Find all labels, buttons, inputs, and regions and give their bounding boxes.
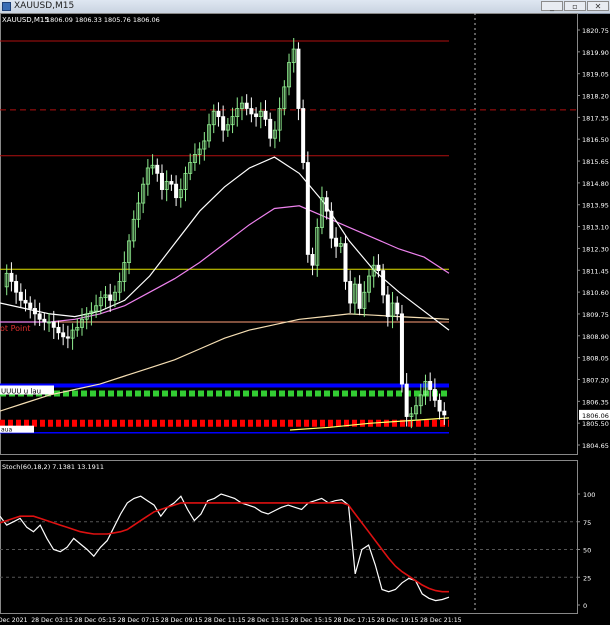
oscillator-tick-label: 0 bbox=[583, 602, 587, 610]
price-tick-label: 1806.35 bbox=[582, 398, 609, 406]
time-tick-label: 28 Dec 07:15 bbox=[118, 617, 160, 624]
candle-body bbox=[357, 283, 362, 309]
candle-body bbox=[305, 162, 310, 255]
candle-body bbox=[399, 313, 404, 385]
window-title: XAUUSD,M15 bbox=[14, 1, 75, 11]
chart-window-icon bbox=[2, 2, 11, 11]
candle-body bbox=[18, 291, 23, 301]
band-label-text-2: aua bbox=[1, 427, 12, 434]
candle-body bbox=[61, 332, 66, 338]
candle-body bbox=[442, 410, 447, 416]
candle-body bbox=[437, 399, 442, 412]
price-tick-label: 1808.90 bbox=[582, 333, 609, 341]
candle-body bbox=[329, 210, 334, 239]
oscillator-tick-label: 100 bbox=[583, 491, 595, 499]
candle-body bbox=[65, 336, 70, 339]
time-tick-label: 28 Dec 19:15 bbox=[377, 617, 419, 624]
candle-body bbox=[56, 326, 61, 334]
time-tick-label: 28 Dec 17:15 bbox=[334, 617, 376, 624]
candle-body bbox=[159, 172, 164, 190]
candle-body bbox=[432, 389, 437, 401]
candle-body bbox=[324, 197, 329, 212]
price-tick-label: 1815.65 bbox=[582, 158, 609, 166]
time-tick-label: 28 Dec 09:15 bbox=[161, 617, 203, 624]
time-tick-label: 28 Dec 15:15 bbox=[290, 617, 332, 624]
time-tick-label: 28 Dec 13:15 bbox=[247, 617, 289, 624]
candle-body bbox=[404, 383, 409, 417]
price-tick-label: 1808.05 bbox=[582, 355, 609, 363]
minimize-button[interactable]: _ bbox=[541, 1, 563, 11]
candle-body bbox=[385, 294, 390, 317]
price-tick-label: 1811.45 bbox=[582, 267, 609, 275]
candle-body bbox=[169, 181, 174, 185]
candle-body bbox=[216, 110, 221, 118]
price-tick-label: 1813.10 bbox=[582, 224, 609, 232]
candle-body bbox=[376, 264, 381, 272]
price-tick-label: 1805.50 bbox=[582, 420, 609, 428]
candle-body bbox=[263, 110, 268, 120]
candle-body bbox=[296, 48, 301, 109]
price-tick-label: 1819.90 bbox=[582, 49, 609, 57]
candle-body bbox=[9, 272, 14, 282]
stoch-main-line bbox=[0, 493, 450, 602]
oscillator-tick-label: 75 bbox=[583, 519, 591, 527]
candle-body bbox=[23, 299, 28, 304]
candles-group bbox=[4, 37, 447, 429]
time-tick-label: 28 Dec 11:15 bbox=[204, 617, 246, 624]
candle-body bbox=[244, 102, 249, 109]
candle-body bbox=[155, 164, 160, 174]
candle-body bbox=[348, 281, 353, 304]
candle-body bbox=[28, 302, 33, 309]
time-tick-label: 28 Dec 2021 bbox=[0, 617, 28, 624]
candle-body bbox=[395, 302, 400, 315]
price-tick-label: 1817.35 bbox=[582, 114, 609, 122]
window-titlebar: XAUUSD,M15 _ ▫ ✕ bbox=[0, 0, 610, 14]
candle-body bbox=[428, 381, 433, 390]
maximize-button[interactable]: ▫ bbox=[564, 1, 586, 11]
time-tick-label: 28 Dec 21:15 bbox=[420, 617, 462, 624]
price-tick-label: 1819.05 bbox=[582, 71, 609, 79]
pivot-point-label: ot Point bbox=[0, 324, 30, 333]
price-tick-label: 1812.30 bbox=[582, 245, 609, 253]
price-tick-label: 1818.20 bbox=[582, 93, 609, 101]
candle-body bbox=[268, 118, 273, 139]
symbol-label: XAUUSD,M15 bbox=[2, 16, 49, 24]
candle-body bbox=[334, 237, 339, 247]
oscillator-label: Stoch(60,18,2) 7.1381 13.1911 bbox=[2, 463, 104, 471]
close-button[interactable]: ✕ bbox=[587, 1, 609, 11]
price-tick-label: 1814.80 bbox=[582, 180, 609, 188]
price-tick-label: 1804.65 bbox=[582, 442, 609, 450]
candle-body bbox=[249, 108, 254, 115]
candle-body bbox=[32, 308, 37, 315]
candle-body bbox=[37, 313, 42, 320]
candle-body bbox=[221, 116, 226, 131]
oscillator-panel-frame bbox=[0, 460, 578, 614]
candle-body bbox=[343, 243, 348, 282]
current-price-label: 1806.06 bbox=[582, 412, 609, 420]
ohlc-label: 1806.09 1806.33 1805.76 1806.06 bbox=[46, 16, 160, 24]
price-tick-label: 1816.50 bbox=[582, 136, 609, 144]
price-tick-label: 1807.20 bbox=[582, 376, 609, 384]
oscillator-tick-label: 50 bbox=[583, 547, 591, 555]
candle-body bbox=[254, 113, 259, 118]
price-tick-label: 1820.75 bbox=[582, 27, 609, 35]
candle-body bbox=[42, 318, 47, 323]
oscillator-tick-label: 25 bbox=[583, 574, 591, 582]
ma-mid-line bbox=[0, 205, 450, 323]
price-tick-label: 1809.75 bbox=[582, 311, 609, 319]
candle-body bbox=[381, 270, 386, 296]
time-tick-label: 28 Dec 05:15 bbox=[74, 617, 116, 624]
chart-area[interactable]: UUUU u lau aua ot Point 1820.75 1819.90 1819.… bbox=[0, 13, 610, 625]
candle-body bbox=[174, 183, 179, 199]
candle-body bbox=[310, 254, 315, 266]
price-tick-label: 1813.95 bbox=[582, 202, 609, 210]
time-tick-label: 28 Dec 03:15 bbox=[31, 617, 73, 624]
candle-body bbox=[301, 108, 306, 163]
candle-body bbox=[108, 294, 113, 301]
candle-body bbox=[51, 321, 56, 328]
candle-body bbox=[14, 281, 19, 293]
band-label-text: UUUU u lau bbox=[1, 388, 41, 396]
price-tick-label: 1810.60 bbox=[582, 289, 609, 297]
